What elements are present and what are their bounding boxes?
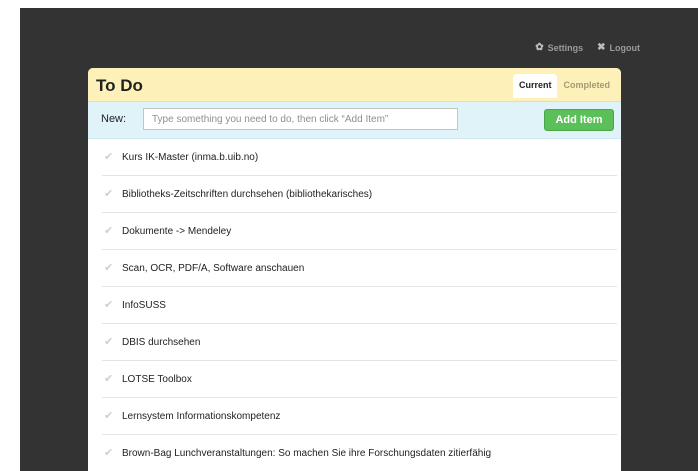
todo-item-text: DBIS durchsehen (122, 337, 201, 348)
checkmark-icon[interactable]: ✔ (104, 150, 113, 163)
tab-current[interactable]: Current (512, 74, 558, 98)
todo-item[interactable]: ✔ Scan, OCR, PDF/A, Software anschauen (102, 250, 617, 287)
todo-item[interactable]: ✔ Dokumente -> Mendeley (102, 213, 617, 250)
todo-item[interactable]: ✔ Lernsystem Informationskompetenz (102, 398, 617, 435)
todo-item-text: LOTSE Toolbox (122, 374, 192, 385)
gear-icon: ✿ (535, 42, 544, 53)
logout-link[interactable]: ✖ Logout (597, 42, 641, 54)
checkmark-icon[interactable]: ✔ (104, 187, 113, 200)
checkmark-icon[interactable]: ✔ (104, 261, 113, 274)
app-frame: ✿ Settings ✖ Logout To Do Current Comple… (20, 8, 698, 471)
todo-item-text: Kurs IK-Master (inma.b.uib.no) (122, 152, 259, 163)
todo-item[interactable]: ✔ Kurs IK-Master (inma.b.uib.no) (102, 139, 617, 176)
todo-item-text: Scan, OCR, PDF/A, Software anschauen (122, 263, 305, 274)
tab-bar: Current Completed (512, 74, 616, 98)
logout-label: Logout (609, 43, 641, 53)
todo-item-text: Dokumente -> Mendeley (122, 226, 232, 237)
checkmark-icon[interactable]: ✔ (104, 224, 113, 237)
todo-item[interactable]: ✔ InfoSUSS (102, 287, 617, 324)
checkmark-icon[interactable]: ✔ (104, 372, 113, 385)
checkmark-icon[interactable]: ✔ (104, 335, 113, 348)
top-navigation: ✿ Settings ✖ Logout (535, 42, 641, 54)
todo-item-text: Bibliotheks-Zeitschriften durchsehen (bi… (122, 189, 373, 200)
page-title: To Do (96, 76, 143, 95)
new-item-row: New: Add Item (88, 102, 621, 139)
add-item-button[interactable]: Add Item (544, 109, 614, 131)
todo-item-text: Lernsystem Informationskompetenz (122, 411, 281, 422)
todo-item-text: Brown-Bag Lunchveranstaltungen: So mache… (122, 448, 492, 459)
panel-header: To Do Current Completed (88, 68, 621, 102)
new-item-input[interactable] (143, 108, 458, 130)
todo-item[interactable]: ✔ LOTSE Toolbox (102, 361, 617, 398)
tab-completed[interactable]: Completed (557, 74, 616, 98)
settings-label: Settings (547, 43, 584, 53)
todo-item[interactable]: ✔ DBIS durchsehen (102, 324, 617, 361)
settings-link[interactable]: ✿ Settings (535, 42, 584, 54)
todo-item[interactable]: ✔ Brown-Bag Lunchveranstaltungen: So mac… (102, 435, 617, 471)
new-item-label: New: (101, 113, 127, 125)
todo-panel: To Do Current Completed New: Add Item ✔ … (88, 68, 621, 471)
x-icon: ✖ (597, 42, 606, 53)
todo-item[interactable]: ✔ Bibliotheks-Zeitschriften durchsehen (… (102, 176, 617, 213)
checkmark-icon[interactable]: ✔ (104, 298, 113, 311)
checkmark-icon[interactable]: ✔ (104, 409, 113, 422)
checkmark-icon[interactable]: ✔ (104, 446, 113, 459)
todo-item-text: InfoSUSS (122, 300, 166, 311)
todo-list: ✔ Kurs IK-Master (inma.b.uib.no) ✔ Bibli… (88, 139, 621, 471)
